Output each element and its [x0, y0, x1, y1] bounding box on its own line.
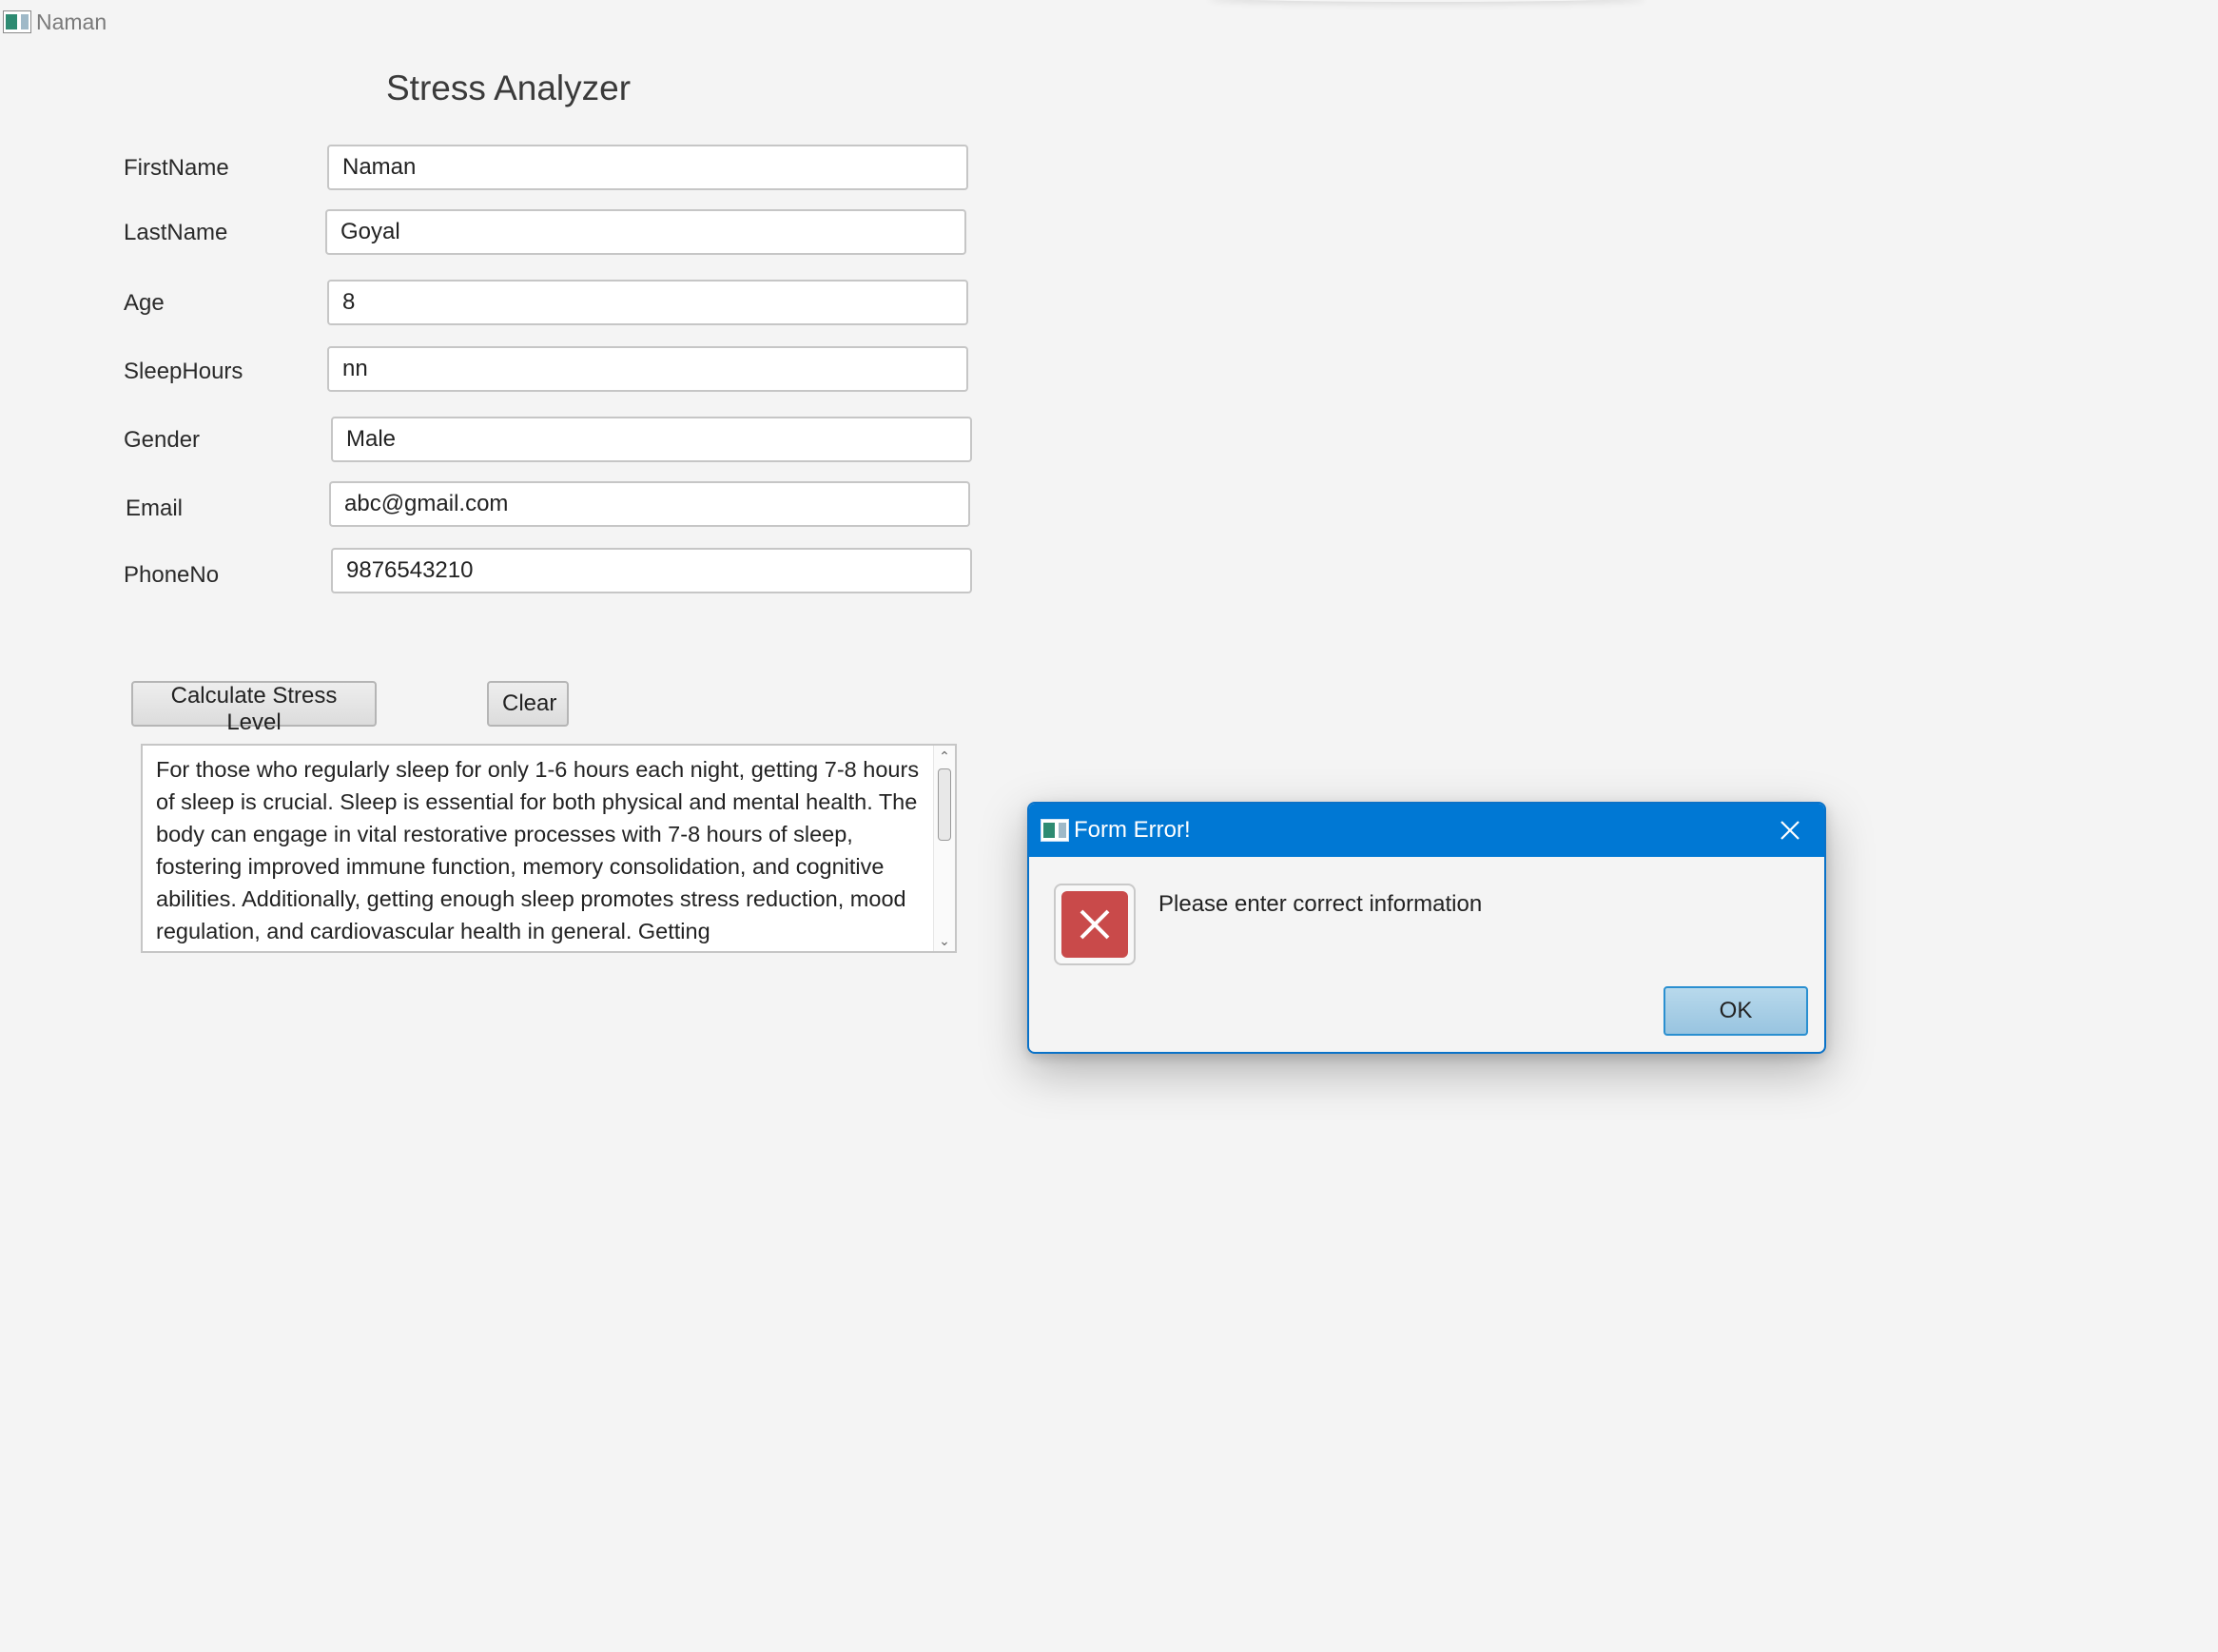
dialog-title: Form Error!: [1074, 817, 1191, 843]
dialog-titlebar: Form Error!: [1029, 804, 1824, 857]
clear-button[interactable]: Clear: [487, 681, 569, 727]
first-name-field[interactable]: [327, 145, 968, 190]
window-title: Naman: [36, 9, 107, 34]
last-name-label: LastName: [124, 220, 228, 245]
email-label: Email: [126, 496, 184, 521]
result-text-area[interactable]: For those who regularly sleep for only 1…: [141, 744, 957, 953]
result-text: For those who regularly sleep for only 1…: [156, 757, 920, 943]
sleep-hours-field[interactable]: [327, 346, 968, 392]
background-window-edge: [1208, 0, 1645, 2]
first-name-label: FirstName: [124, 155, 229, 181]
page-title: Stress Analyzer: [386, 68, 632, 107]
email-field[interactable]: [329, 481, 970, 527]
dialog-message: Please enter correct information: [1158, 891, 1483, 917]
last-name-field[interactable]: [325, 209, 966, 255]
gender-label: Gender: [124, 427, 201, 453]
calculate-stress-button[interactable]: Calculate Stress Level: [131, 681, 377, 735]
scroll-down-icon[interactable]: ⌄: [934, 930, 955, 951]
app-icon: [3, 10, 31, 33]
close-icon[interactable]: [1771, 811, 1809, 849]
gender-field[interactable]: [331, 417, 972, 462]
result-scrollbar[interactable]: ⌃ ⌄: [933, 746, 955, 951]
sleep-hours-label: SleepHours: [124, 359, 243, 384]
phone-label: PhoneNo: [124, 562, 220, 588]
ok-button[interactable]: OK: [1664, 986, 1808, 1036]
dialog-app-icon: [1041, 819, 1069, 842]
error-x-icon: [1061, 891, 1128, 958]
scroll-up-icon[interactable]: ⌃: [934, 746, 955, 767]
window-titlebar: Naman: [0, 0, 107, 44]
age-label: Age: [124, 290, 165, 316]
phone-field[interactable]: [331, 548, 972, 593]
scroll-thumb[interactable]: [938, 768, 951, 841]
age-field[interactable]: [327, 280, 968, 325]
form-error-dialog: Form Error! Please enter correct informa…: [1027, 802, 1826, 1054]
error-icon-frame: [1054, 884, 1136, 965]
